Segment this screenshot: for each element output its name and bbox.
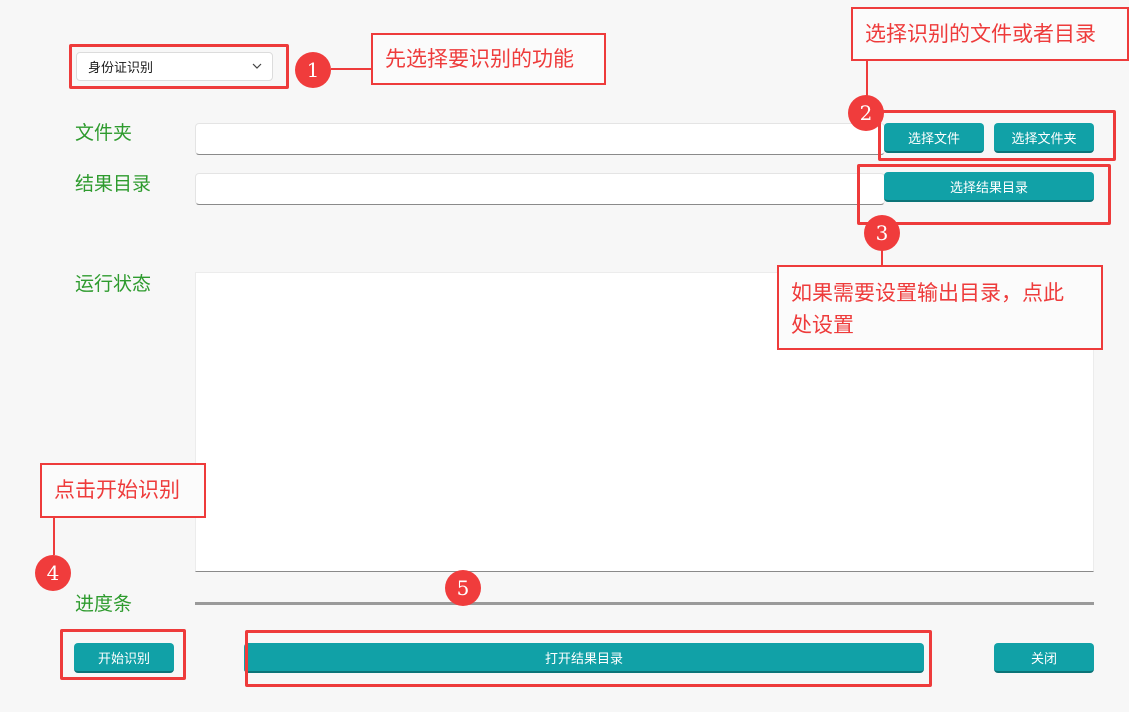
callout-step-3: 如果需要设置输出目录，点此 处设置: [777, 265, 1103, 350]
step-badge-5: 5: [445, 570, 481, 606]
callout-step-3-line-1: 如果需要设置输出目录，点此: [791, 281, 1064, 305]
callout-step-1: 先选择要识别的功能: [371, 33, 606, 85]
step-badge-1: 1: [295, 52, 331, 88]
callout-step-3-line-2: 处设置: [791, 313, 854, 337]
highlight-open-result-button: [245, 630, 932, 687]
folder-label: 文件夹: [75, 122, 133, 144]
highlight-function-select: [69, 44, 289, 89]
result-dir-label: 结果目录: [75, 173, 152, 195]
step-badge-2: 2: [848, 95, 884, 131]
callout-step-4: 点击开始识别: [40, 463, 206, 518]
highlight-start-button: [60, 629, 186, 680]
highlight-result-dir-button: [857, 164, 1111, 225]
close-button[interactable]: 关闭: [994, 643, 1094, 673]
result-dir-input[interactable]: [195, 173, 885, 205]
connector-line-1: [331, 68, 372, 70]
progress-bar: [195, 602, 1094, 605]
step-badge-4: 4: [35, 555, 71, 591]
connector-line-2: [866, 60, 868, 98]
callout-step-2: 选择识别的文件或者目录: [851, 7, 1129, 61]
step-badge-3: 3: [864, 215, 900, 251]
connector-line-4: [53, 517, 55, 555]
highlight-select-file-buttons: [878, 110, 1116, 161]
folder-input[interactable]: [195, 123, 885, 155]
progress-label: 进度条: [75, 593, 133, 615]
status-label: 运行状态: [75, 273, 152, 295]
